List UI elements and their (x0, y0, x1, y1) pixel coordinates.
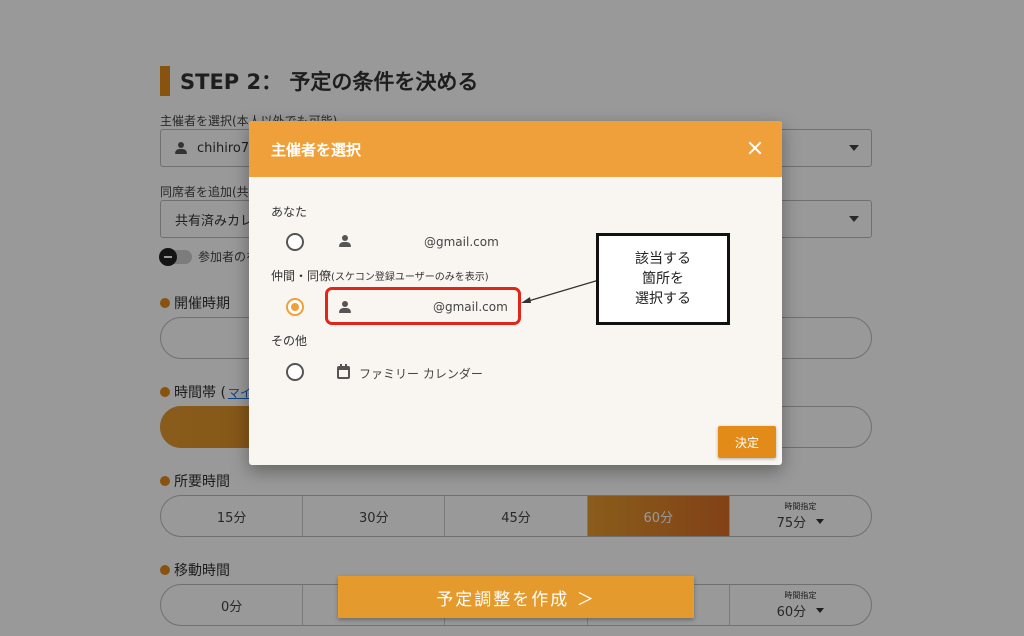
annotation-callout: 該当する 箇所を 選択する (596, 233, 730, 325)
calendar-icon (337, 364, 352, 379)
group-peers-label: 仲間・同僚(スケコン登録ユーザーのみを表示) (271, 267, 489, 284)
annotation-arrow (521, 279, 600, 303)
create-schedule-button[interactable]: 予定調整を作成 ＞ (338, 576, 694, 618)
group-other-label: その他 (271, 334, 308, 348)
person-icon (339, 301, 351, 313)
peer-email[interactable]: @gmail.com (433, 300, 508, 314)
group-you-label: あなた (271, 205, 308, 219)
confirm-button[interactable]: 決定 (718, 426, 776, 458)
group-peers-note: (スケコン登録ユーザーのみを表示) (331, 272, 489, 283)
close-icon[interactable] (746, 139, 764, 157)
modal-title: 主催者を選択 (271, 140, 362, 159)
person-icon (339, 235, 351, 247)
modal-header: 主催者を選択 (249, 121, 782, 177)
radio-you[interactable] (286, 233, 304, 251)
group-peers-text: 仲間・同僚 (271, 269, 332, 283)
you-email: @gmail.com (424, 235, 499, 249)
radio-peer-selected[interactable] (286, 298, 304, 316)
family-calendar-label[interactable]: ファミリー カレンダー (359, 365, 483, 382)
radio-other[interactable] (286, 363, 304, 381)
